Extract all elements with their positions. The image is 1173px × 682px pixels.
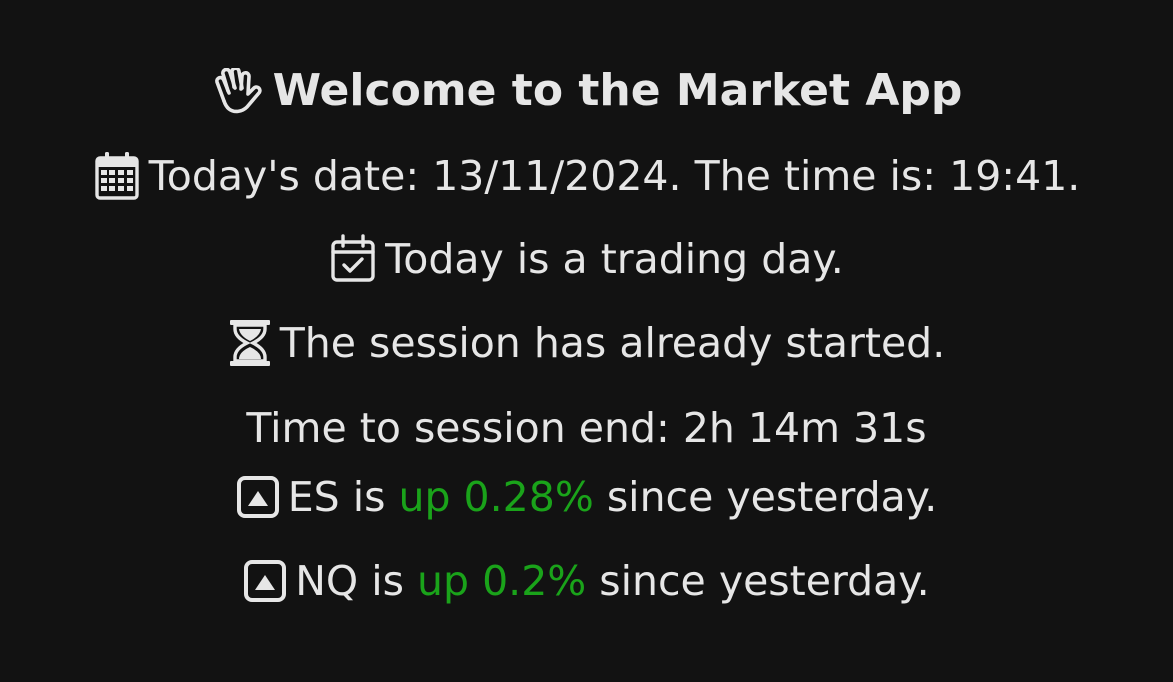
waving-hand-icon xyxy=(211,68,265,114)
trading-day-text: Today is a trading day. xyxy=(385,234,844,283)
welcome-heading: Welcome to the Market App xyxy=(0,68,1173,114)
caret-up-square-icon xyxy=(236,475,280,519)
instrument-prefix: NQ is xyxy=(295,556,418,605)
instrument-suffix: since yesterday. xyxy=(586,556,930,605)
instrument-change-value: up 0.28% xyxy=(398,472,594,521)
instrument-change-es: ES is up 0.28% since yesterday. xyxy=(0,475,1173,519)
instrument-suffix: since yesterday. xyxy=(593,472,938,521)
session-status-line: The session has already started. xyxy=(0,319,1173,367)
countdown-text: Time to session end: 2h 14m 31s xyxy=(246,404,927,452)
instrument-change-value: up 0.2% xyxy=(417,556,587,605)
instrument-prefix: ES is xyxy=(287,472,399,521)
calendar-check-icon xyxy=(329,234,377,284)
instrument-change-nq: NQ is up 0.2% since yesterday. xyxy=(0,559,1173,603)
caret-up-square-icon xyxy=(243,559,287,603)
calendar-icon xyxy=(93,151,141,201)
session-countdown: Time to session end: 2h 14m 31s xyxy=(0,408,1173,449)
hourglass-icon xyxy=(228,319,272,367)
date-time-text: Today's date: 13/11/2024. The time is: 1… xyxy=(148,151,1081,200)
trading-day-line: Today is a trading day. xyxy=(0,234,1173,284)
date-line: Today's date: 13/11/2024. The time is: 1… xyxy=(0,151,1173,201)
session-status-text: The session has already started. xyxy=(279,318,946,367)
welcome-title: Welcome to the Market App xyxy=(272,65,963,116)
